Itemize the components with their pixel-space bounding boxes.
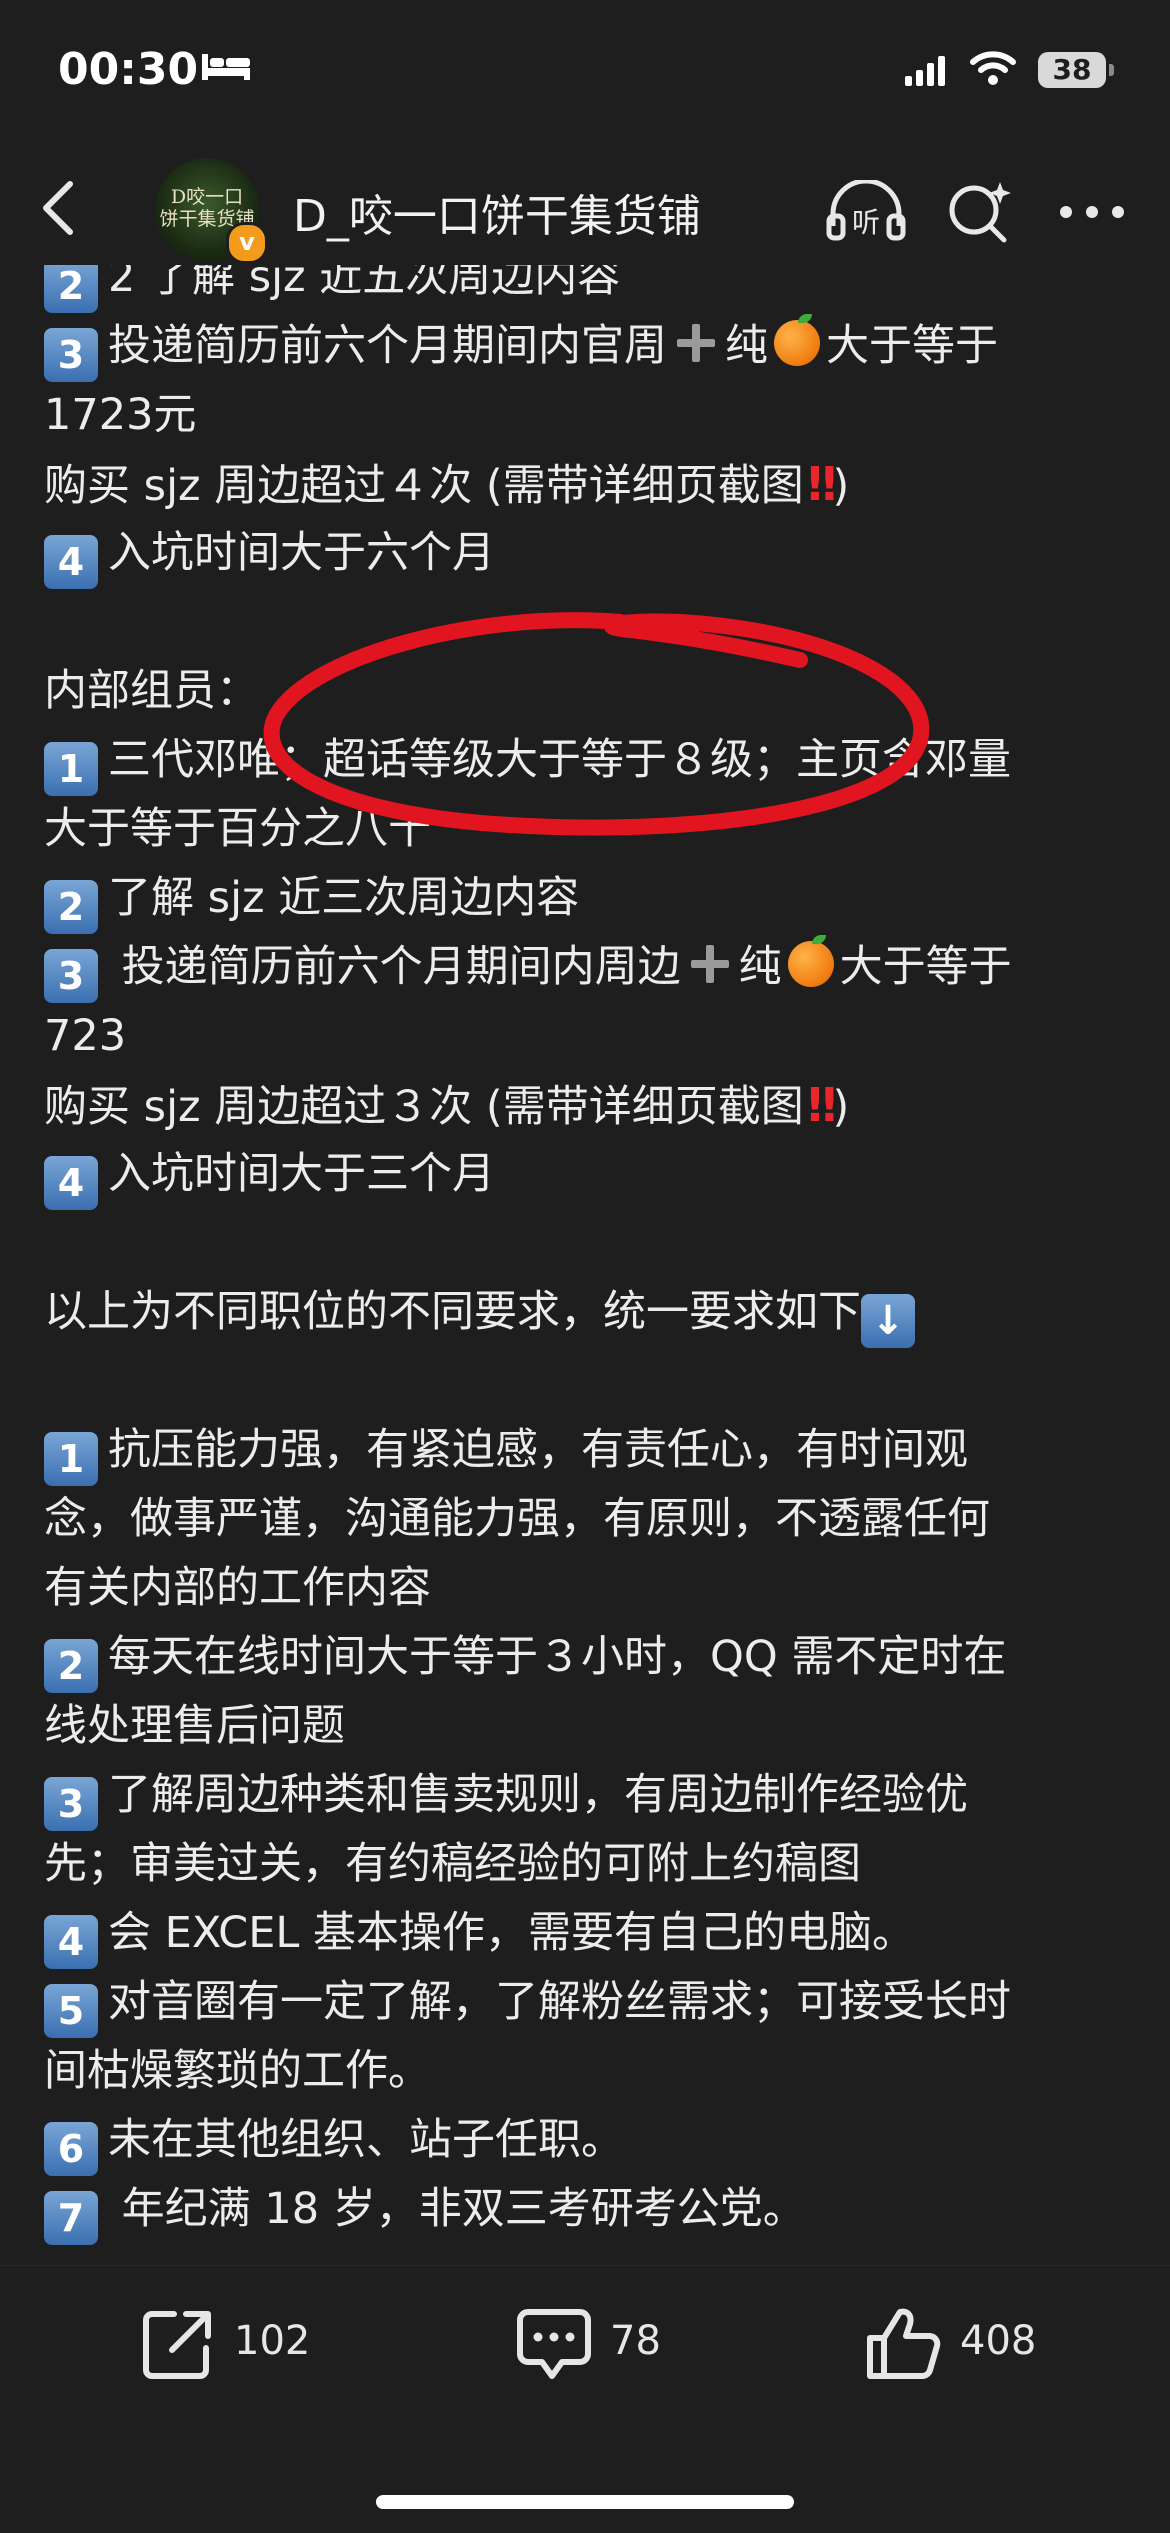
text-line: 6 未在其他组织、站子任职。	[44, 2106, 1134, 2176]
number-badge: 4	[44, 1156, 98, 1210]
text-line: 3 投递简历前六个月期间内官周纯大于等于	[44, 312, 1134, 382]
text-line: 1 三代邓唯；超话等级大于等于８级；主页含邓量	[44, 726, 1134, 796]
text-line: 4 入坑时间大于六个月	[44, 519, 1134, 589]
text-line: 间枯燥繁琐的工作。	[44, 2046, 431, 2096]
text-line: 念，做事严谨，沟通能力强，有原则，不透露任何	[44, 1494, 990, 1544]
like-count: 408	[960, 2318, 1037, 2364]
number-badge: 4	[44, 535, 98, 589]
search-sparkle-icon[interactable]	[946, 178, 1012, 244]
like-button[interactable]: 408	[864, 2304, 1054, 2384]
orange-icon	[774, 314, 820, 366]
text-line: 内部组员：	[44, 666, 259, 716]
status-time: 00:30	[58, 44, 199, 95]
comment-count: 78	[610, 2318, 661, 2364]
number-badge: 3	[44, 328, 98, 382]
wifi-icon	[970, 51, 1016, 85]
number-badge: 2	[44, 880, 98, 934]
number-badge: 3	[44, 949, 98, 1003]
verified-badge: v	[226, 222, 268, 264]
battery-icon: 38	[1038, 52, 1116, 88]
share-icon	[143, 2311, 211, 2379]
comment-icon	[517, 2309, 591, 2379]
text-line: 4会 EXCEL 基本操作，需要有自己的电脑。	[44, 1899, 1134, 1969]
back-icon[interactable]	[30, 178, 90, 238]
double-exclamation-icon: ‼	[807, 457, 837, 511]
text-line: 7 年纪满 18 岁，非双三考研考公党。	[44, 2175, 1134, 2245]
double-exclamation-icon: ‼	[807, 1078, 837, 1132]
status-bar: 00:30 38	[0, 0, 1170, 150]
number-badge: 7	[44, 2191, 98, 2245]
plus-icon	[687, 941, 733, 987]
bed-icon	[202, 54, 250, 80]
text-line: 1 抗压能力强，有紧迫感，有责任心，有时间观	[44, 1416, 1134, 1486]
share-button[interactable]: 102	[138, 2304, 318, 2384]
number-badge: 5	[44, 1984, 98, 2038]
share-count: 102	[234, 2318, 311, 2364]
headphones-icon[interactable]: 听	[825, 180, 907, 242]
orange-icon	[787, 935, 834, 987]
text-line: 2 每天在线时间大于等于３小时，QQ 需不定时在	[44, 1623, 1134, 1693]
number-badge: 4	[44, 1915, 98, 1969]
text-line: 大于等于百分之八十	[44, 804, 431, 854]
number-badge: 1	[44, 1432, 98, 1486]
text-line: 3 投递简历前六个月期间内周边纯大于等于	[44, 933, 1134, 1003]
plus-icon	[673, 320, 719, 366]
text-line: 线处理售后问题	[44, 1701, 345, 1751]
signal-icon	[905, 56, 945, 86]
text-line: 3 了解周边种类和售卖规则，有周边制作经验优	[44, 1761, 1134, 1831]
account-name[interactable]: D_咬一口饼干集货铺	[293, 180, 701, 244]
like-icon	[867, 2308, 941, 2379]
more-icon[interactable]	[1058, 202, 1126, 222]
number-badge: 1	[44, 742, 98, 796]
post-content: 22 了解 sjz 近五次周边内容 3 投递简历前六个月期间内官周纯大于等于 17…	[44, 243, 1134, 2245]
down-arrow-icon: ↓	[861, 1294, 915, 1348]
text-line: 购买 sjz 周边超过４次 (需带详细页截图‼)	[44, 450, 1134, 519]
number-badge: 2	[44, 259, 98, 313]
text-line: 723	[44, 1011, 127, 1061]
number-badge: 3	[44, 1777, 98, 1831]
text-line: 5 对音圈有一定了解，了解粉丝需求；可接受长时	[44, 1968, 1134, 2038]
number-badge: 6	[44, 2122, 98, 2176]
home-indicator[interactable]	[376, 2495, 794, 2509]
post-header: D咬一口 饼干集货铺 v D_咬一口饼干集货铺 听	[0, 150, 1170, 265]
number-badge: 2	[44, 1639, 98, 1693]
text-line: 2 了解 sjz 近三次周边内容	[44, 864, 1134, 934]
svg-text:听: 听	[852, 206, 880, 239]
text-line: 以上为不同职位的不同要求，统一要求如下 ↓	[44, 1278, 1134, 1348]
text-line: 购买 sjz 周边超过３次 (需带详细页截图‼)	[44, 1071, 1134, 1140]
text-line: 1723元	[44, 390, 197, 440]
battery-level: 38	[1052, 53, 1092, 86]
comment-button[interactable]: 78	[514, 2304, 684, 2384]
text-line: 先；审美过关，有约稿经验的可附上约稿图	[44, 1839, 861, 1889]
bottom-action-bar: 102 78 408	[0, 2265, 1170, 2533]
text-line: 4 入坑时间大于三个月	[44, 1140, 1134, 1210]
text-line: 有关内部的工作内容	[44, 1563, 431, 1613]
